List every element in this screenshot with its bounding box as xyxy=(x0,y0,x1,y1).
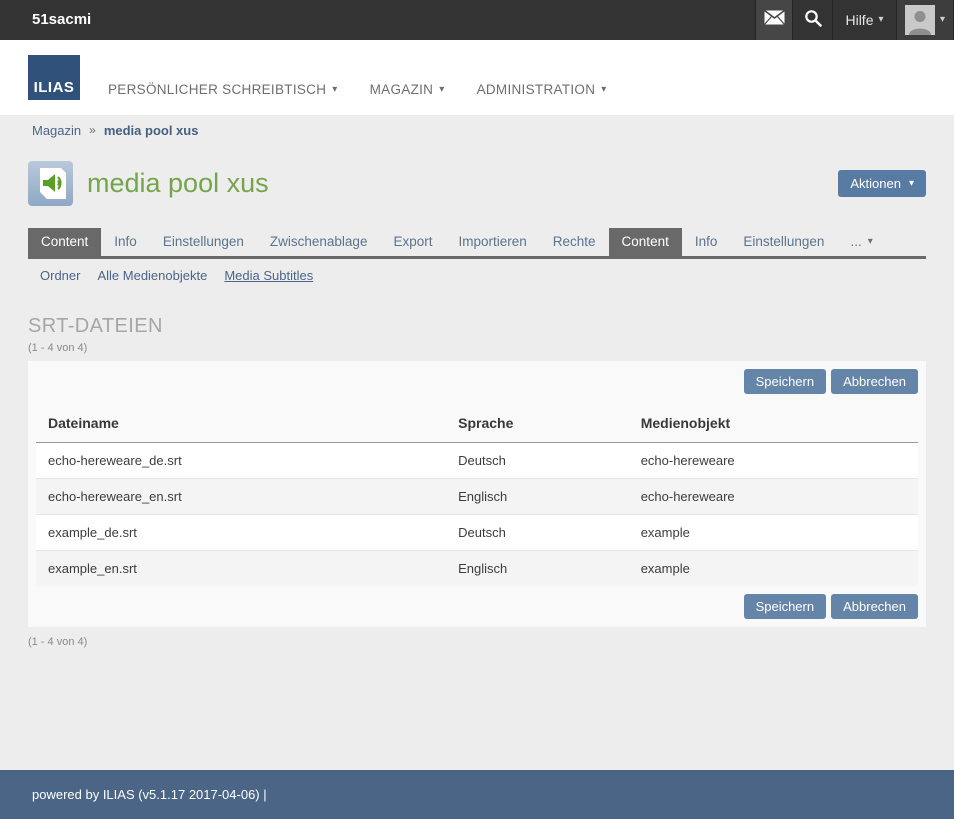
column-sprache: Sprache xyxy=(446,404,629,443)
tab-label: Content xyxy=(41,228,88,256)
cell-filename: example_de.srt xyxy=(36,515,446,551)
top-bar: 51sacmi Hilfe xyxy=(0,0,954,40)
chevron-down-icon xyxy=(940,15,945,25)
tab-content-2[interactable]: Content xyxy=(609,228,682,256)
search-button[interactable] xyxy=(792,0,832,40)
actions-label: Aktionen xyxy=(850,176,901,191)
actions-button[interactable]: Aktionen xyxy=(838,170,926,197)
main-nav: PERSÖNLICHER SCHREIBTISCH MAGAZIN ADMINI… xyxy=(108,82,607,100)
breadcrumb: Magazin » media pool xus xyxy=(0,115,954,145)
avatar xyxy=(905,5,935,35)
toolbar-top: Speichern Abbrechen xyxy=(36,369,918,394)
tab-rechte[interactable]: Rechte xyxy=(540,228,609,256)
chevron-down-icon xyxy=(878,15,883,25)
cell-media-object: echo-hereweare xyxy=(629,479,918,515)
column-medienobjekt: Medienobjekt xyxy=(629,404,918,443)
cell-media-object: echo-hereweare xyxy=(629,443,918,479)
toolbar-bottom: Speichern Abbrechen xyxy=(36,594,918,619)
subtab-bar: Ordner Alle Medienobjekte Media Subtitle… xyxy=(40,268,926,283)
tab-more[interactable]: ... xyxy=(837,228,885,256)
srt-files-table: Dateiname Sprache Medienobjekt echo-here… xyxy=(36,404,918,586)
tab-content[interactable]: Content xyxy=(28,228,101,256)
result-count-bottom: (1 - 4 von 4) xyxy=(28,636,926,648)
tab-info[interactable]: Info xyxy=(101,228,150,256)
user-menu[interactable] xyxy=(896,0,954,40)
nav-label: ADMINISTRATION xyxy=(477,82,596,97)
tab-label: Einstellungen xyxy=(163,228,244,256)
chevron-down-icon xyxy=(868,237,873,247)
cell-language: Englisch xyxy=(446,479,629,515)
help-label: Hilfe xyxy=(845,12,873,28)
breadcrumb-current[interactable]: media pool xus xyxy=(104,123,199,138)
cell-filename: echo-hereweare_en.srt xyxy=(36,479,446,515)
tab-info-2[interactable]: Info xyxy=(682,228,731,256)
chevron-down-icon xyxy=(332,85,337,95)
table-row: example_de.srt Deutsch example xyxy=(36,515,918,551)
table-row: echo-hereweare_de.srt Deutsch echo-herew… xyxy=(36,443,918,479)
table-row: example_en.srt Englisch example xyxy=(36,551,918,587)
tab-label: ... xyxy=(850,228,861,256)
help-menu[interactable]: Hilfe xyxy=(832,0,896,40)
nav-administration[interactable]: ADMINISTRATION xyxy=(477,82,607,97)
title-bar: media pool xus Aktionen xyxy=(0,145,954,206)
tab-bar: Content Info Einstellungen Zwischenablag… xyxy=(28,228,926,256)
cancel-button[interactable]: Abbrechen xyxy=(831,594,918,619)
tab-einstellungen[interactable]: Einstellungen xyxy=(150,228,257,256)
tab-importieren[interactable]: Importieren xyxy=(445,228,539,256)
client-title: 51sacmi xyxy=(0,0,755,40)
tab-label: Zwischenablage xyxy=(270,228,368,256)
nav-repository[interactable]: MAGAZIN xyxy=(370,82,445,97)
cancel-button[interactable]: Abbrechen xyxy=(831,369,918,394)
mail-button[interactable] xyxy=(755,0,792,40)
footer-text[interactable]: powered by ILIAS (v5.1.17 2017-04-06) | xyxy=(32,787,267,802)
chevron-down-icon xyxy=(601,85,606,95)
main-content: media pool xus Aktionen Content Info Ein… xyxy=(0,145,954,770)
breadcrumb-separator: » xyxy=(89,123,96,137)
search-icon xyxy=(804,9,822,32)
header: ILIAS PERSÖNLICHER SCHREIBTISCH MAGAZIN … xyxy=(0,40,954,115)
tab-label: Content xyxy=(622,228,669,256)
subtab-alle-medienobjekte[interactable]: Alle Medienobjekte xyxy=(97,268,207,283)
nav-label: MAGAZIN xyxy=(370,82,434,97)
tab-label: Info xyxy=(114,228,137,256)
ilias-logo[interactable]: ILIAS xyxy=(28,55,80,100)
subtab-ordner[interactable]: Ordner xyxy=(40,268,80,283)
tab-export[interactable]: Export xyxy=(380,228,445,256)
tab-zwischenablage[interactable]: Zwischenablage xyxy=(257,228,381,256)
srt-table-panel: Speichern Abbrechen Dateiname Sprache Me… xyxy=(28,361,926,627)
column-dateiname: Dateiname xyxy=(36,404,446,443)
cell-language: Deutsch xyxy=(446,443,629,479)
cell-language: Englisch xyxy=(446,551,629,587)
tab-underline xyxy=(28,256,926,259)
save-button[interactable]: Speichern xyxy=(744,594,827,619)
nav-personal-desktop[interactable]: PERSÖNLICHER SCHREIBTISCH xyxy=(108,82,338,97)
tab-einstellungen-2[interactable]: Einstellungen xyxy=(730,228,837,256)
table-row: echo-hereweare_en.srt Englisch echo-here… xyxy=(36,479,918,515)
mail-icon xyxy=(764,10,785,30)
save-button[interactable]: Speichern xyxy=(744,369,827,394)
tab-label: Importieren xyxy=(458,228,526,256)
breadcrumb-link-magazin[interactable]: Magazin xyxy=(32,123,81,138)
page-title: media pool xus xyxy=(87,168,269,199)
tab-label: Info xyxy=(695,228,718,256)
result-count-top: (1 - 4 von 4) xyxy=(28,342,926,354)
tab-label: Rechte xyxy=(553,228,596,256)
tab-label: Einstellungen xyxy=(743,228,824,256)
subtab-media-subtitles[interactable]: Media Subtitles xyxy=(224,268,313,283)
section-title: SRT-DATEIEN xyxy=(28,315,926,338)
cell-media-object: example xyxy=(629,515,918,551)
nav-label: PERSÖNLICHER SCHREIBTISCH xyxy=(108,82,326,97)
cell-media-object: example xyxy=(629,551,918,587)
media-pool-icon xyxy=(28,161,73,206)
chevron-down-icon xyxy=(909,179,914,189)
footer: powered by ILIAS (v5.1.17 2017-04-06) | xyxy=(0,770,954,819)
cell-filename: echo-hereweare_de.srt xyxy=(36,443,446,479)
chevron-down-icon xyxy=(439,85,444,95)
table-header-row: Dateiname Sprache Medienobjekt xyxy=(36,404,918,443)
cell-language: Deutsch xyxy=(446,515,629,551)
cell-filename: example_en.srt xyxy=(36,551,446,587)
tab-label: Export xyxy=(393,228,432,256)
